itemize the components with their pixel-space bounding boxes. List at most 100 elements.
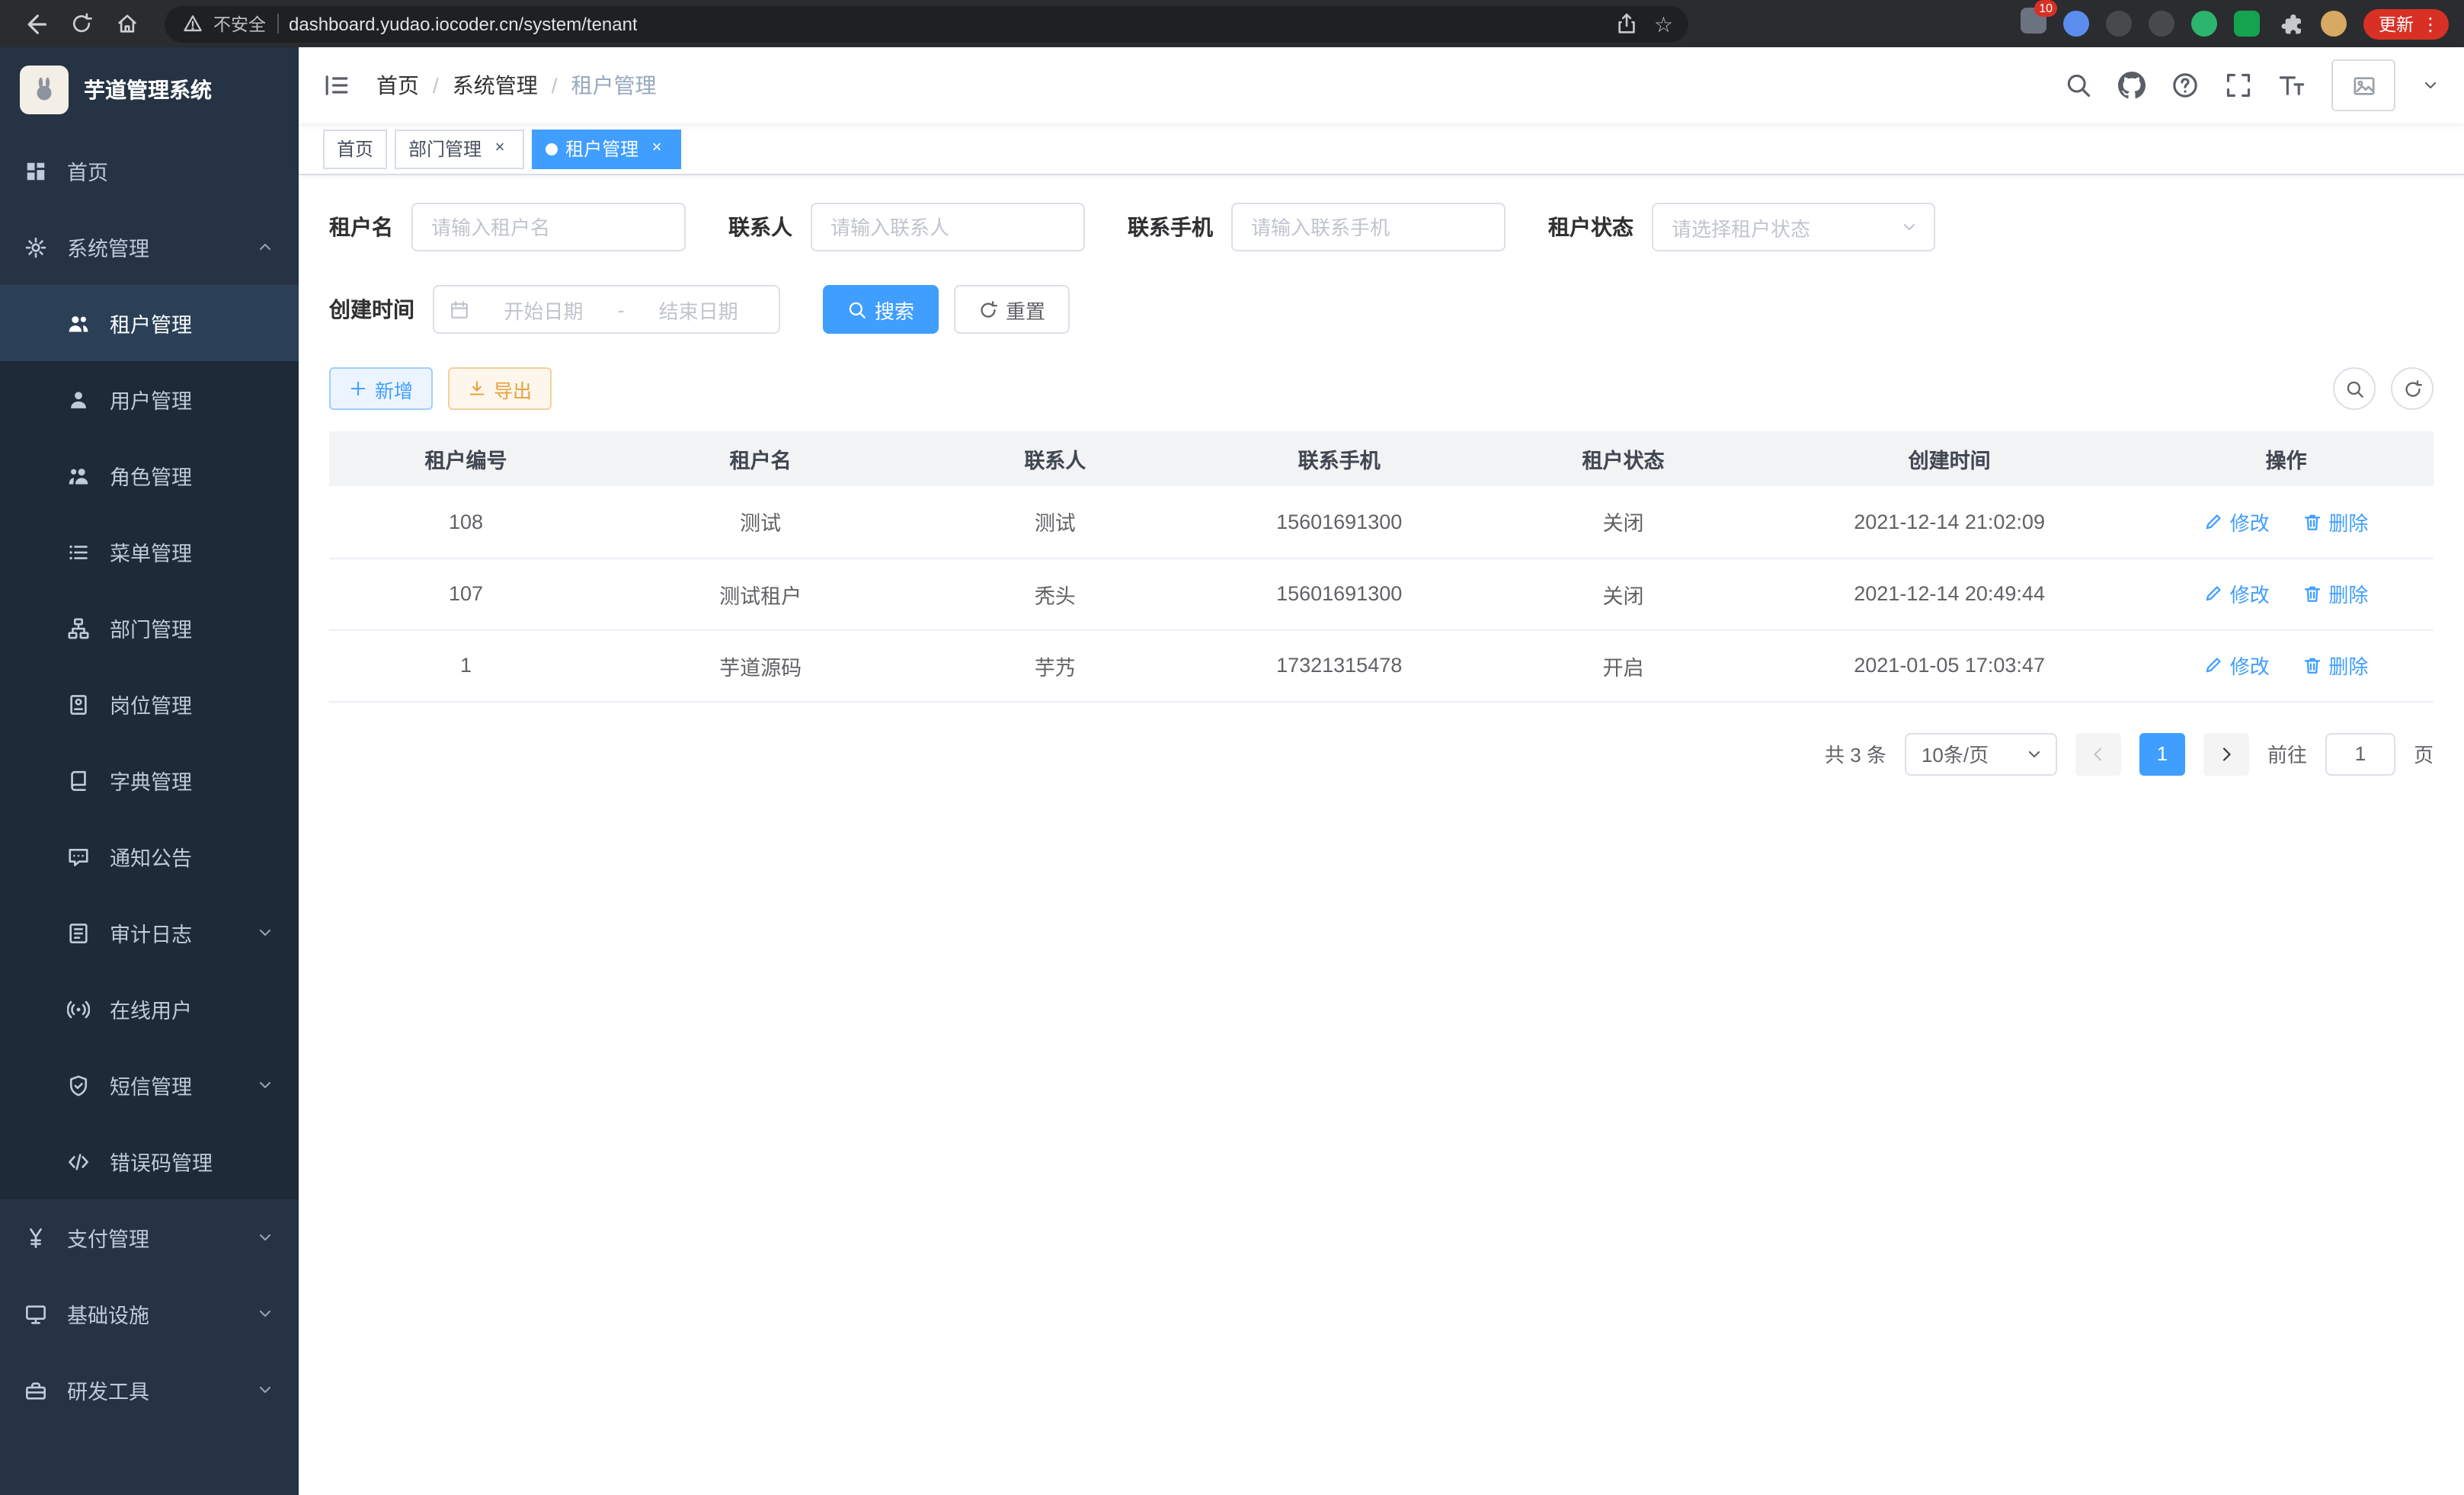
delete-button[interactable]: 删除 [2302, 651, 2368, 680]
update-button[interactable]: 更新 ⋮ [2363, 8, 2449, 39]
github-icon[interactable] [2118, 72, 2146, 99]
refresh-icon [2402, 379, 2422, 399]
close-icon[interactable]: × [646, 138, 667, 159]
status-select[interactable]: 请选择租户状态 [1652, 203, 1935, 251]
search-icon[interactable] [2065, 72, 2092, 99]
kebab-menu-icon[interactable]: ⋮ [2421, 13, 2440, 34]
close-icon[interactable]: × [489, 138, 510, 159]
fullscreen-icon[interactable] [2225, 72, 2252, 99]
sidebar-item-tool[interactable]: 研发工具 [0, 1352, 299, 1428]
back-button[interactable] [15, 5, 55, 42]
breadcrumb-separator: / [433, 73, 439, 98]
sidebar-item-errcode[interactable]: 错误码管理 [0, 1123, 299, 1199]
sidebar-item-label: 短信管理 [110, 1070, 192, 1100]
list-icon [67, 540, 90, 563]
table-row: 108 测试 测试 15601691300 关闭 2021-12-14 21:0… [329, 486, 2434, 558]
share-icon[interactable] [1616, 12, 1639, 35]
sidebar-item-label: 基础设施 [67, 1298, 149, 1329]
cell-contact: 秃头 [918, 558, 1192, 629]
sidebar-item-system[interactable]: 系统管理 [0, 209, 299, 285]
calendar-icon [450, 299, 469, 319]
refresh-table-button[interactable] [2391, 367, 2434, 410]
bookmark-star-icon[interactable]: ☆ [1654, 13, 1673, 34]
sidebar-item-label: 岗位管理 [110, 689, 192, 719]
sidebar-item-tenant[interactable]: 租户管理 [0, 285, 299, 361]
delete-button[interactable]: 删除 [2302, 507, 2368, 536]
extension-icon[interactable]: 10 [2021, 7, 2046, 40]
extension-badge: 10 [2034, 0, 2057, 16]
sidebar-item-dept[interactable]: 部门管理 [0, 590, 299, 666]
page-size-select[interactable]: 10条/页 [1905, 732, 2057, 775]
avatar[interactable] [2331, 59, 2395, 111]
cell-phone: 15601691300 [1192, 486, 1486, 558]
sidebar-item-audit[interactable]: 审计日志 [0, 895, 299, 971]
reset-button[interactable]: 重置 [954, 285, 1070, 334]
prev-page-button[interactable] [2075, 732, 2121, 775]
profile-avatar[interactable] [2321, 11, 2347, 37]
breadcrumb-item-current: 租户管理 [571, 70, 657, 101]
page-number-button[interactable]: 1 [2139, 732, 2185, 775]
sidebar-item-sms[interactable]: 短信管理 [0, 1047, 299, 1123]
font-size-icon[interactable] [2278, 72, 2306, 99]
breadcrumb-item[interactable]: 首页 [376, 70, 419, 101]
table-header-row: 租户编号 租户名 联系人 联系手机 租户状态 创建时间 操作 [329, 431, 2434, 486]
table-row: 107 测试租户 秃头 15601691300 关闭 2021-12-14 20… [329, 558, 2434, 629]
logo-image [20, 66, 69, 114]
table-row: 1 芋道源码 芋艿 17321315478 开启 2021-01-05 17:0… [329, 629, 2434, 701]
sidebar-collapse-button[interactable] [323, 72, 350, 99]
shield-icon [67, 1074, 90, 1096]
add-button[interactable]: 新增 [329, 367, 433, 410]
next-page-button[interactable] [2203, 732, 2249, 775]
browser-chrome: 不安全 dashboard.yudao.iocoder.cn/system/te… [0, 0, 2464, 47]
contact-input[interactable] [811, 203, 1085, 251]
filter-field-status: 租户状态 请选择租户状态 [1548, 203, 1935, 251]
edit-button[interactable]: 修改 [2204, 507, 2270, 536]
sidebar-item-user[interactable]: 用户管理 [0, 361, 299, 437]
table-toolbar: 新增 导出 [329, 367, 2434, 410]
address-bar[interactable]: 不安全 dashboard.yudao.iocoder.cn/system/te… [165, 5, 1688, 42]
reload-button[interactable] [61, 5, 101, 42]
page-content: 租户名 联系人 联系手机 租户状态 请选择租户状态 [299, 175, 2464, 1495]
date-range-picker[interactable]: 开始日期 - 结束日期 [433, 285, 780, 334]
tenant-name-input[interactable] [411, 203, 686, 251]
search-icon [2344, 379, 2364, 399]
breadcrumb-item[interactable]: 系统管理 [453, 70, 538, 101]
export-button[interactable]: 导出 [448, 367, 552, 410]
sidebar-item-infra[interactable]: 基础设施 [0, 1276, 299, 1352]
phone-input[interactable] [1231, 203, 1506, 251]
logo[interactable]: 芋道管理系统 [0, 47, 299, 133]
extension-icon[interactable] [2106, 11, 2132, 37]
app-title: 芋道管理系统 [84, 75, 212, 105]
sidebar-item-label: 租户管理 [110, 308, 192, 338]
sidebar-item-role[interactable]: 角色管理 [0, 437, 299, 514]
sidebar-item-post[interactable]: 岗位管理 [0, 666, 299, 742]
sidebar-item-notice[interactable]: 通知公告 [0, 818, 299, 895]
toggle-search-button[interactable] [2333, 367, 2376, 410]
tab-home[interactable]: 首页 [323, 129, 387, 168]
caret-down-icon[interactable] [2421, 76, 2440, 94]
sidebar-item-online[interactable]: 在线用户 [0, 971, 299, 1047]
edit-button[interactable]: 修改 [2204, 579, 2270, 608]
tab-dept[interactable]: 部门管理 × [395, 129, 524, 168]
sidebar-item-label: 支付管理 [67, 1222, 149, 1253]
tab-tenant[interactable]: 租户管理 × [532, 129, 681, 168]
extension-icon[interactable] [2234, 11, 2260, 37]
edit-label: 修改 [2230, 579, 2270, 608]
cell-created: 2021-12-14 20:49:44 [1760, 558, 2139, 629]
extension-icon[interactable] [2191, 11, 2217, 37]
sidebar-item-menu[interactable]: 菜单管理 [0, 514, 299, 590]
home-button[interactable] [107, 5, 146, 42]
help-icon[interactable] [2171, 72, 2199, 99]
delete-button[interactable]: 删除 [2302, 579, 2368, 608]
broken-image-icon [2352, 74, 2375, 97]
filter-label: 租户状态 [1548, 212, 1634, 242]
extension-icon[interactable] [2149, 11, 2174, 37]
extensions-puzzle-icon[interactable] [2277, 10, 2304, 37]
sidebar-item-pay[interactable]: 支付管理 [0, 1199, 299, 1276]
search-button[interactable]: 搜索 [823, 285, 939, 334]
sidebar-item-home[interactable]: 首页 [0, 133, 299, 209]
extension-icon[interactable] [2063, 11, 2089, 37]
goto-page-input[interactable] [2325, 732, 2395, 775]
edit-button[interactable]: 修改 [2204, 651, 2270, 680]
sidebar-item-dict[interactable]: 字典管理 [0, 742, 299, 818]
